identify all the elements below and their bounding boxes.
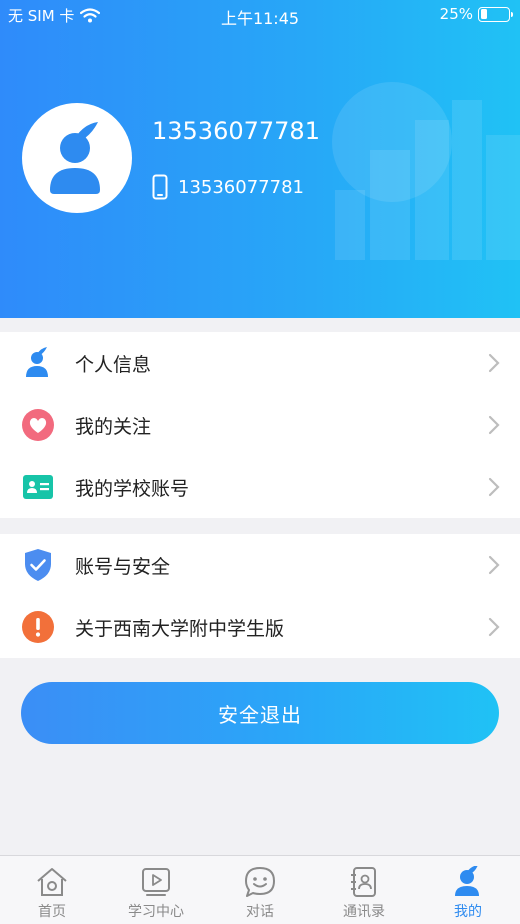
id-card-icon (22, 471, 54, 503)
decor-building (370, 150, 410, 260)
chevron-right-icon (488, 353, 500, 373)
person-icon (455, 866, 479, 896)
tab-label: 通讯录 (343, 904, 385, 920)
menu-item-label: 我的关注 (75, 415, 152, 438)
menu-item-school-account[interactable]: 我的学校账号 (0, 456, 520, 518)
menu-item-label: 账号与安全 (75, 555, 171, 578)
tab-mine[interactable]: 我的 (416, 856, 520, 924)
battery-fill (480, 9, 488, 19)
menu-item-about[interactable]: 关于西南大学附中学生版 (0, 596, 520, 658)
tab-contacts[interactable]: 通讯录 (312, 856, 416, 924)
tab-label: 我的 (454, 904, 482, 920)
battery-status: 25% (439, 5, 513, 23)
menu-group-account: 个人信息 我的关注 我的学校账号 (0, 332, 520, 518)
play-icon (142, 868, 170, 896)
tab-study[interactable]: 学习中心 (104, 856, 208, 924)
profile-phone-row: 13536077781 (152, 174, 304, 200)
heart-icon (22, 409, 54, 441)
decor-building (335, 190, 365, 260)
battery-icon (478, 6, 513, 22)
chevron-right-icon (488, 555, 500, 575)
decor-building (486, 135, 520, 260)
logout-button[interactable]: 安全退出 (21, 682, 499, 744)
chevron-right-icon (488, 617, 500, 637)
profile-header: 无 SIM 卡 上午11:45 25% 13536077781 13536077… (0, 0, 520, 318)
exclamation-icon (22, 611, 54, 643)
avatar-person-icon (50, 122, 100, 194)
status-bar: 无 SIM 卡 上午11:45 25% (0, 0, 520, 30)
menu-group-about: 账号与安全 关于西南大学附中学生版 (0, 534, 520, 658)
battery-percent: 25% (439, 5, 473, 23)
tab-label: 对话 (246, 904, 274, 920)
home-icon (37, 868, 67, 896)
person-icon (22, 347, 54, 379)
tab-home[interactable]: 首页 (0, 856, 104, 924)
menu-item-label: 我的学校账号 (75, 477, 190, 500)
menu-item-my-follows[interactable]: 我的关注 (0, 394, 520, 456)
avatar[interactable] (22, 103, 132, 213)
chevron-right-icon (488, 477, 500, 497)
menu-item-account-security[interactable]: 账号与安全 (0, 534, 520, 596)
mobile-phone-icon (152, 174, 168, 200)
profile-name: 13536077781 (152, 117, 320, 145)
menu-item-label: 关于西南大学附中学生版 (75, 617, 285, 640)
profile-phone: 13536077781 (178, 176, 304, 198)
decor-building (415, 120, 449, 260)
tab-label: 学习中心 (128, 904, 184, 920)
tab-bar: 首页 学习中心 对话 通讯录 我的 (0, 855, 520, 924)
contacts-icon (351, 867, 376, 897)
chevron-right-icon (488, 415, 500, 435)
tab-chat[interactable]: 对话 (208, 856, 312, 924)
decor-building (452, 100, 482, 260)
shield-check-icon (22, 549, 54, 581)
menu-item-personal-info[interactable]: 个人信息 (0, 332, 520, 394)
tab-label: 首页 (38, 904, 66, 920)
smile-icon (245, 867, 275, 897)
menu-item-label: 个人信息 (75, 353, 152, 376)
